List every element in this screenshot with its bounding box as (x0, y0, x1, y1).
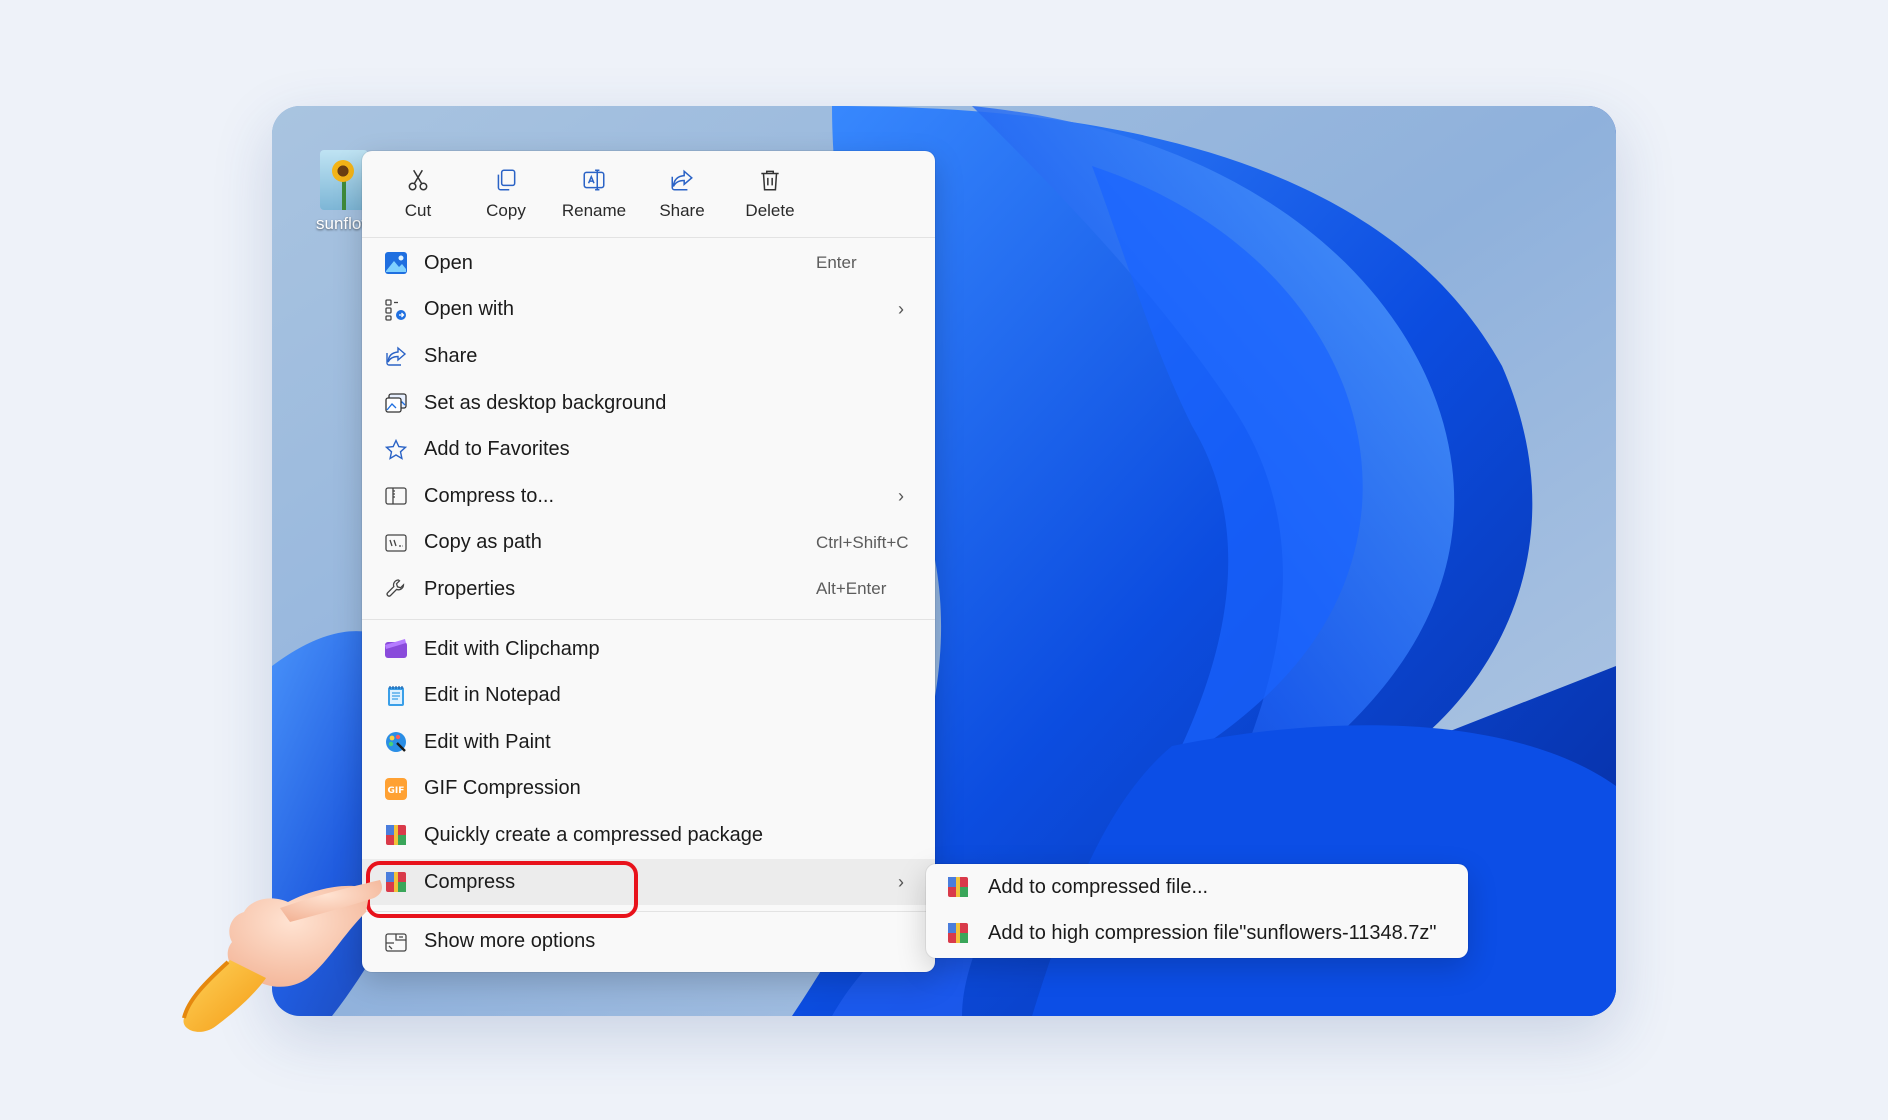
open-with-icon (385, 299, 406, 321)
context-menu: Cut Copy Rename Share Delete Open Enter … (362, 151, 935, 972)
menu-item-properties[interactable]: Properties Alt+Enter (362, 566, 935, 613)
menu-item-compress-to[interactable]: Compress to... › (362, 473, 935, 520)
menu-item-label: Add to Favorites (424, 438, 570, 461)
menu-item-open-with[interactable]: Open with › (362, 287, 935, 334)
submenu-item-add-to-compressed-file[interactable]: Add to compressed file... (926, 864, 1468, 910)
rename-icon (583, 169, 605, 191)
menu-separator (362, 911, 935, 913)
menu-item-edit-with-paint[interactable]: Edit with Paint (362, 719, 935, 766)
zip-folder-icon (385, 487, 407, 505)
submenu-item-label: Add to compressed file... (988, 875, 1209, 898)
archive-icon (948, 877, 968, 897)
scissors-icon (408, 169, 428, 191)
menu-item-label: Edit with Paint (424, 730, 551, 753)
share-button[interactable]: Share (638, 151, 726, 237)
menu-item-label: Edit in Notepad (424, 684, 561, 707)
menu-item-edit-with-clipchamp[interactable]: Edit with Clipchamp (362, 626, 935, 673)
menu-item-gif-compression[interactable]: GIF GIF Compression (362, 766, 935, 813)
notepad-icon (388, 685, 404, 706)
menu-item-label: Properties (424, 577, 516, 600)
menu-item-label: Open (424, 251, 473, 274)
chevron-right-icon: › (898, 485, 904, 506)
submenu-item-label: Add to high compression file"sunflowers-… (988, 921, 1437, 944)
menu-item-label: Compress (424, 870, 516, 893)
menu-item-label: Quickly create a compressed package (424, 823, 764, 846)
rename-button[interactable]: Rename (550, 151, 638, 237)
chevron-right-icon: › (898, 871, 904, 892)
photos-icon (385, 252, 407, 275)
menu-item-compress[interactable]: Compress › (362, 858, 935, 906)
svg-text:GIF: GIF (388, 786, 405, 796)
menu-item-edit-in-notepad[interactable]: Edit in Notepad (362, 672, 935, 719)
pointing-hand-illustration (182, 880, 382, 1032)
menu-item-copy-as-path[interactable]: Copy as path Ctrl+Shift+C (362, 520, 935, 567)
chevron-right-icon: › (898, 299, 904, 320)
archive-icon (386, 825, 406, 846)
menu-item-label: Share (424, 344, 478, 367)
delete-label: Delete (745, 201, 795, 220)
share-label: Share (659, 201, 705, 220)
shortcut-text: Enter (816, 253, 857, 273)
copy-button[interactable]: Copy (462, 151, 550, 237)
wrench-icon (386, 579, 405, 598)
menu-item-label: GIF Compression (424, 777, 581, 800)
copy-icon (497, 169, 516, 191)
menu-item-label: Edit with Clipchamp (424, 637, 600, 660)
context-menu-toolbar: Cut Copy Rename Share Delete (362, 151, 935, 238)
cut-button[interactable]: Cut (374, 151, 462, 237)
trash-icon (761, 170, 779, 191)
star-icon (384, 438, 408, 460)
cut-label: Cut (404, 201, 432, 220)
menu-item-show-more-options[interactable]: Show more options (362, 918, 935, 965)
shortcut-text: Ctrl+Shift+C (816, 532, 909, 552)
menu-item-open[interactable]: Open Enter (362, 240, 935, 287)
desktop-background-icon (385, 393, 407, 413)
share-icon (386, 346, 407, 367)
menu-item-label: Set as desktop background (424, 391, 667, 414)
delete-button[interactable]: Delete (726, 151, 814, 237)
submenu-item-add-to-high-compression-file[interactable]: Add to high compression file"sunflowers-… (926, 910, 1468, 956)
shortcut-text: Alt+Enter (816, 579, 887, 599)
archive-icon (948, 923, 968, 943)
menu-item-quickly-create-compressed-package[interactable]: Quickly create a compressed package (362, 812, 935, 859)
copy-label: Copy (486, 201, 526, 220)
share-icon (671, 169, 693, 191)
menu-item-label: Copy as path (424, 531, 542, 554)
menu-item-label: Show more options (424, 930, 596, 953)
paint-icon (386, 732, 406, 753)
sunflower-image-icon (320, 150, 368, 210)
menu-item-label: Open with (424, 298, 515, 321)
menu-separator (362, 618, 935, 620)
menu-item-add-to-favorites[interactable]: Add to Favorites (362, 426, 935, 473)
path-icon (385, 534, 407, 552)
rename-label: Rename (561, 201, 627, 220)
menu-item-set-desktop-background[interactable]: Set as desktop background (362, 380, 935, 427)
menu-item-share[interactable]: Share (362, 333, 935, 380)
gif-icon: GIF (385, 777, 407, 800)
compress-submenu: Add to compressed file... Add to high co… (926, 864, 1468, 958)
clipchamp-icon (385, 639, 407, 659)
menu-item-label: Compress to... (424, 484, 555, 507)
